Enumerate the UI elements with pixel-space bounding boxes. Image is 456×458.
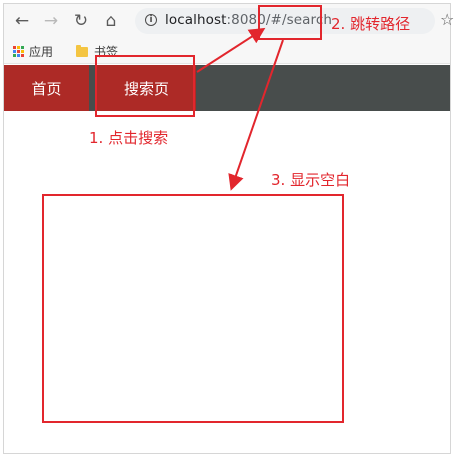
arrow-to-url [196,27,266,73]
arrow-to-blank [228,39,284,191]
annotation-arrows [196,27,284,191]
